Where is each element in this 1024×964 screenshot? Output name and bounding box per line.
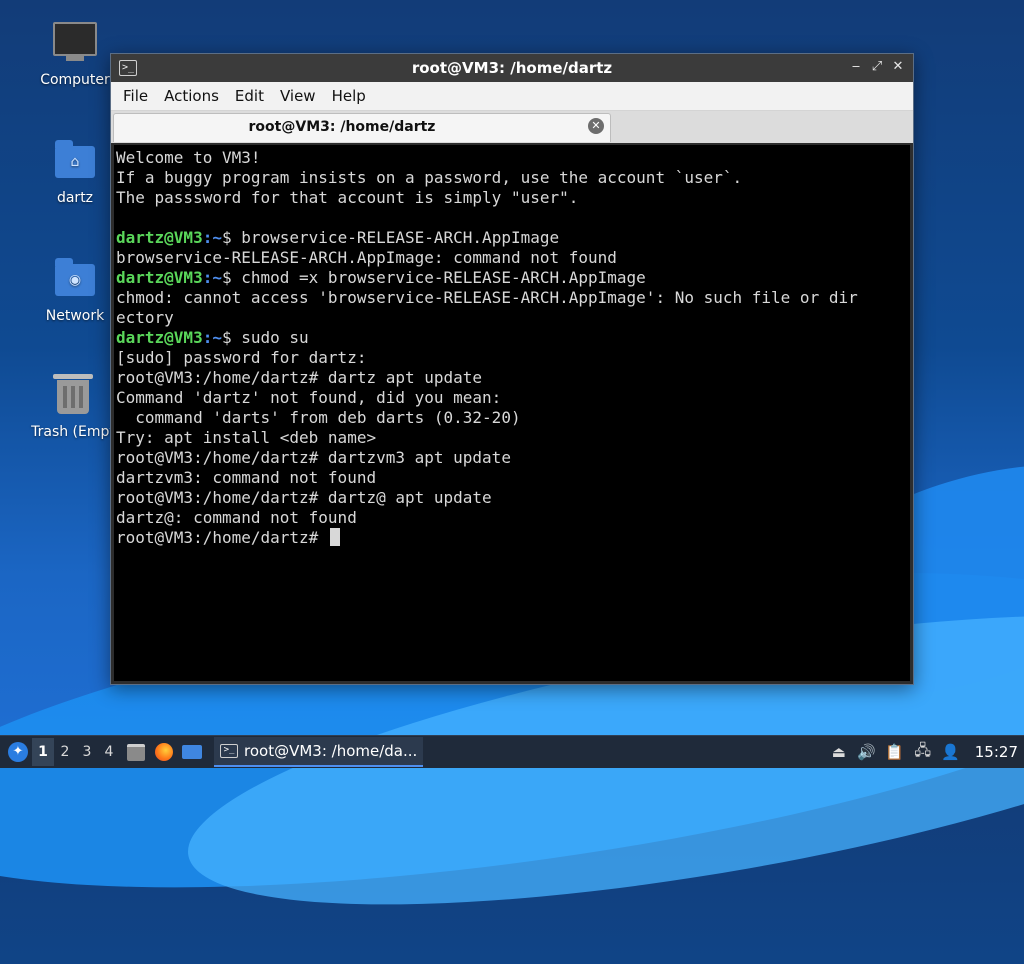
terminal-text: The passsword for that account is simply… [116,188,579,207]
taskbar-task-terminal[interactable]: >_ root@VM3: /home/da... [214,737,424,767]
terminal-text: dartz@: command not found [116,508,357,527]
terminal-tab[interactable]: root@VM3: /home/dartz ✕ [113,113,611,142]
terminal-text: command 'darts' from deb darts (0.32-20) [116,408,521,427]
terminal-cursor [329,528,340,546]
terminal-line: dartz@VM3:~$ chmod =x browservice-RELEAS… [116,268,910,288]
desktop-icon-label: Trash (Empt [31,424,115,440]
start-menu-icon: ✦ [8,742,28,762]
firefox-icon[interactable] [152,740,176,764]
system-tray: ⏏ 🔊 📋 🖧 👤 15:27 [825,736,1018,768]
prompt-path: :~ [202,268,222,287]
clock[interactable]: 15:27 [975,743,1018,761]
terminal-text: If a buggy program insists on a password… [116,168,743,187]
network-icon[interactable]: 🖧 [912,740,934,765]
network-folder-icon: ◉ [53,258,97,302]
desktop-icon-computer[interactable]: Computer [27,22,123,88]
terminal-text: chmod =x browservice-RELEASE-ARCH.AppIma… [241,268,646,287]
prompt-user: dartz@VM3 [116,228,203,247]
desktop-icon-trash[interactable]: Trash (Empt [25,374,121,440]
terminal-line: root@VM3:/home/dartz# dartz apt update [116,368,910,388]
terminal-line: Command 'dartz' not found, did you mean: [116,388,910,408]
menu-bar: File Actions Edit View Help [111,82,913,111]
workspace-4[interactable]: 4 [98,744,120,760]
terminal-line: dartz@: command not found [116,508,910,528]
file-manager-icon[interactable] [124,740,148,764]
terminal-line: Try: apt install <deb name> [116,428,910,448]
minimize-icon[interactable]: ‒ [847,58,865,76]
workspace-1[interactable]: 1 [32,738,54,766]
terminal-output[interactable]: Welcome to VM3! If a buggy program insist… [114,145,910,681]
desktop-icon-label: Network [45,308,105,324]
prompt-user: dartz@VM3 [116,268,203,287]
terminal-text: browservice-RELEASE-ARCH.AppImage: comma… [116,248,617,267]
user-icon[interactable]: 👤 [940,743,962,761]
terminal-line: [sudo] password for dartz: [116,348,910,368]
terminal-line: browservice-RELEASE-ARCH.AppImage: comma… [116,248,910,268]
terminal-text: browservice-RELEASE-ARCH.AppImage [241,228,560,247]
close-icon[interactable]: ✕ [889,58,907,76]
prompt-end: $ [221,328,242,347]
terminal-text: [sudo] password for dartz: [116,348,367,367]
terminal-text: dartzvm3: command not found [116,468,377,487]
desktop-icon-label: dartz [56,190,94,206]
terminal-text: Try: apt install <deb name> [116,428,377,447]
terminal-text: Welcome to VM3! [116,148,261,167]
terminal-line: dartz@VM3:~$ sudo su [116,328,910,348]
prompt-end: $ [221,228,242,247]
terminal-line: dartzvm3: command not found [116,468,910,488]
menu-actions[interactable]: Actions [156,82,227,110]
menu-edit[interactable]: Edit [227,82,272,110]
menu-file[interactable]: File [115,82,156,110]
computer-icon [53,22,97,66]
terminal-text: Command 'dartz' not found, did you mean: [116,388,502,407]
desktop-icon-label: Computer [40,72,110,88]
start-menu-button[interactable]: ✦ [4,738,32,766]
prompt-end: $ [221,268,242,287]
workspace-2[interactable]: 2 [54,744,76,760]
terminal-icon: >_ [220,744,238,758]
desktop-icon-dartz[interactable]: ⌂ dartz [27,140,123,206]
terminal-text: root@VM3:/home/dartz# [116,528,328,547]
update-notifier-icon[interactable]: ⏏ [828,743,850,761]
terminal-text: root@VM3:/home/dartz# dartz apt update [116,368,483,387]
prompt-user: dartz@VM3 [116,328,203,347]
prompt-path: :~ [202,228,222,247]
workspace-3[interactable]: 3 [76,744,98,760]
menu-view[interactable]: View [272,82,324,110]
prompt-path: :~ [202,328,222,347]
terminal-line: command 'darts' from deb darts (0.32-20) [116,408,910,428]
terminal-window: >_ root@VM3: /home/dartz ‒ ⤢ ✕ File Acti… [110,53,914,685]
tab-strip: root@VM3: /home/dartz ✕ [111,111,913,143]
terminal-line: If a buggy program insists on a password… [116,168,910,188]
terminal-line: root@VM3:/home/dartz# [116,528,910,548]
terminal-text: chmod: cannot access 'browservice-RELEAS… [116,288,858,307]
tab-title: root@VM3: /home/dartz [248,119,436,135]
clipboard-icon[interactable]: 📋 [884,743,906,761]
home-folder-icon: ⌂ [53,140,97,184]
terminal-line: Welcome to VM3! [116,148,910,168]
maximize-icon[interactable]: ⤢ [868,58,886,76]
volume-icon[interactable]: 🔊 [856,743,878,761]
task-label: root@VM3: /home/da... [244,742,418,760]
menu-help[interactable]: Help [324,82,374,110]
terminal-text: root@VM3:/home/dartz# dartz@ apt update [116,488,492,507]
terminal-text: sudo su [241,328,309,347]
window-title: root@VM3: /home/dartz [411,59,613,77]
terminal-text: ectory [116,308,174,327]
terminal-line: ectory [116,308,910,328]
terminal-line: root@VM3:/home/dartz# dartz@ apt update [116,488,910,508]
terminal-line: chmod: cannot access 'browservice-RELEAS… [116,288,910,308]
terminal-line: dartz@VM3:~$ browservice-RELEASE-ARCH.Ap… [116,228,910,248]
tab-close-icon[interactable]: ✕ [588,118,604,134]
taskbar: ✦ 1 2 3 4 >_ root@VM3: /home/da... ⏏ 🔊 📋… [0,735,1024,768]
desktop-icon-network[interactable]: ◉ Network [27,258,123,324]
terminal-line: The passsword for that account is simply… [116,188,910,208]
terminal-line: root@VM3:/home/dartz# dartzvm3 apt updat… [116,448,910,468]
window-titlebar[interactable]: >_ root@VM3: /home/dartz ‒ ⤢ ✕ [111,54,913,82]
trash-icon [51,374,95,418]
terminal-text: root@VM3:/home/dartz# dartzvm3 apt updat… [116,448,511,467]
show-desktop-icon[interactable] [180,740,204,764]
